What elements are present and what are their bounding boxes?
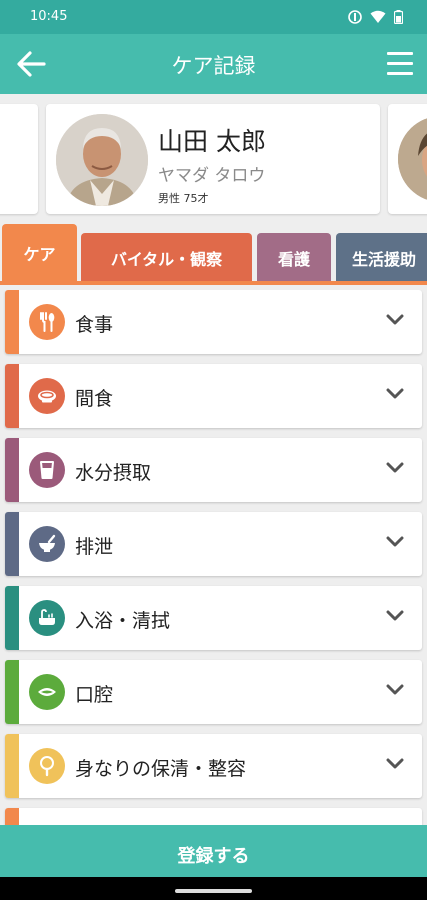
tab-underline	[0, 281, 427, 285]
snack-bowl-icon	[29, 378, 65, 414]
avatar	[56, 114, 148, 206]
care-item-label: 身なりの保清・整容	[75, 758, 247, 780]
chevron-down-icon[interactable]	[386, 610, 404, 622]
care-item-color-bar	[5, 808, 19, 825]
toilet-icon	[29, 526, 65, 562]
hamburger-icon	[387, 52, 413, 55]
care-item-label: 排泄	[75, 536, 114, 558]
care-item-label: 食事	[75, 314, 114, 336]
user-card-previous[interactable]	[0, 104, 38, 214]
bath-icon	[29, 600, 65, 636]
care-item-color-bar	[5, 364, 19, 428]
mouth-icon	[29, 674, 65, 710]
care-item-excretion[interactable]: 排泄	[5, 512, 422, 576]
chevron-down-icon[interactable]	[386, 388, 404, 400]
status-bar: 10:45	[0, 0, 427, 34]
user-gender-age: 男性 75才	[158, 192, 209, 205]
care-item-label: 間食	[75, 388, 114, 410]
tab-care[interactable]: ケア	[2, 224, 77, 282]
chevron-down-icon[interactable]	[386, 536, 404, 548]
status-icons	[348, 10, 403, 24]
chevron-down-icon[interactable]	[386, 462, 404, 474]
status-time: 10:45	[30, 9, 68, 24]
care-item-oral[interactable]: 口腔	[5, 660, 422, 724]
care-item-bathing[interactable]: 入浴・清拭	[5, 586, 422, 650]
chevron-down-icon[interactable]	[386, 314, 404, 326]
care-item-snack[interactable]: 間食	[5, 364, 422, 428]
care-item-label: 口腔	[75, 684, 114, 706]
care-item-hydration[interactable]: 水分摂取	[5, 438, 422, 502]
cup-icon	[29, 452, 65, 488]
user-card-next[interactable]	[388, 104, 427, 214]
fork-spoon-icon	[29, 304, 65, 340]
hamburger-icon	[387, 72, 413, 75]
care-item-color-bar	[5, 586, 19, 650]
chevron-down-icon[interactable]	[386, 758, 404, 770]
care-item-color-bar	[5, 734, 19, 798]
user-card[interactable]: 山田 太郎 ヤマダ タロウ 男性 75才	[46, 104, 380, 214]
user-kana: ヤマダ タロウ	[158, 166, 266, 186]
care-list[interactable]: 食事 間食 水分摂取 排泄 入浴・清拭 口腔 身なりの保清・整容	[0, 290, 427, 825]
care-item-grooming[interactable]: 身なりの保清・整容	[5, 734, 422, 798]
user-photo	[56, 114, 148, 206]
app-bar: ケア記録	[0, 34, 427, 94]
avatar	[398, 116, 427, 202]
care-item-partial[interactable]	[5, 808, 422, 825]
care-item-color-bar	[5, 438, 19, 502]
register-button[interactable]: 登録する	[0, 825, 427, 885]
system-nav-bar	[0, 877, 427, 900]
user-photo	[398, 116, 427, 202]
do-not-disturb-icon	[348, 10, 362, 24]
care-item-color-bar	[5, 512, 19, 576]
home-handle[interactable]	[175, 889, 252, 893]
category-tabs: ケア バイタル・観察 看護 生活援助	[0, 224, 427, 285]
hamburger-icon	[387, 62, 413, 65]
tab-nursing[interactable]: 看護	[257, 233, 331, 282]
chevron-down-icon[interactable]	[386, 684, 404, 696]
battery-icon	[394, 10, 403, 24]
page-title: ケア記録	[171, 54, 256, 78]
care-item-label: 水分摂取	[75, 462, 152, 484]
mirror-icon	[29, 748, 65, 784]
user-carousel[interactable]: 山田 太郎 ヤマダ タロウ 男性 75才	[0, 94, 427, 224]
wifi-icon	[370, 10, 386, 23]
care-item-label: 入浴・清拭	[75, 610, 171, 632]
care-item-color-bar	[5, 290, 19, 354]
menu-button[interactable]	[383, 46, 417, 80]
user-name: 山田 太郎	[158, 127, 266, 156]
care-item-meal[interactable]: 食事	[5, 290, 422, 354]
care-item-color-bar	[5, 660, 19, 724]
tab-life-support[interactable]: 生活援助	[336, 233, 427, 282]
tab-vital-observation[interactable]: バイタル・観察	[81, 233, 252, 282]
